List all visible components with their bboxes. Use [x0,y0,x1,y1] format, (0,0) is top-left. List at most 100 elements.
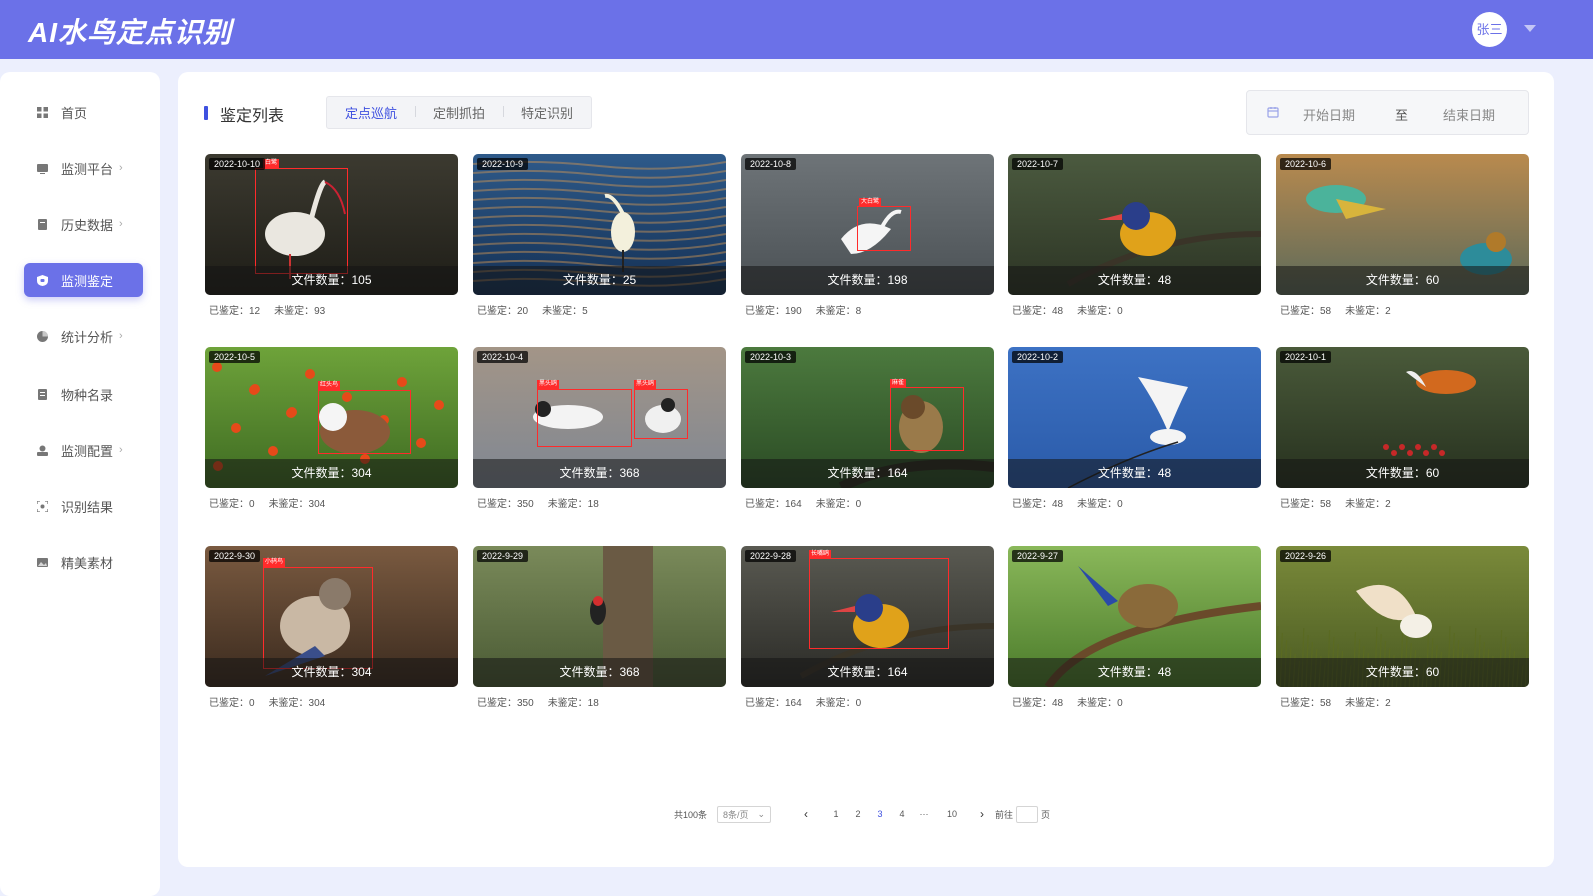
start-date-input[interactable]: 开始日期 [1303,105,1355,124]
detection-label: 黑头鸥 [537,380,560,389]
verification-card[interactable]: 红头鸟 2022-10-5 文件数量：304 已鉴定：0 未鉴定：304 [205,347,458,510]
sidebar-item-label: 历史数据 [61,217,114,233]
sidebar-item-species-list[interactable]: 物种名录 [24,377,143,411]
verification-card[interactable]: 白鹭 2022-10-10 文件数量：105 已鉴定：12 未鉴定：93 [205,154,458,317]
sidebar-item-history-data[interactable]: 历史数据 › [24,207,143,241]
card-unverified-count: 未鉴定：0 [815,698,862,709]
end-date-input[interactable]: 结束日期 [1443,105,1495,124]
detection-label: 麻雀 [890,379,907,388]
card-file-count: 文件数量：25 [473,266,726,295]
page-number[interactable]: 1 [825,809,847,819]
sidebar-item-gallery[interactable]: 精美素材 [24,545,143,579]
sidebar-item-label: 首页 [61,105,88,121]
card-stats: 已鉴定：350 未鉴定：18 [473,495,726,510]
card-unverified-count: 未鉴定：0 [815,499,862,510]
goto-page-input[interactable] [1016,805,1039,823]
verification-card[interactable]: 小鸫鸟 2022-9-30 文件数量：304 已鉴定：0 未鉴定：304 [205,546,458,709]
card-file-count: 文件数量：164 [741,658,994,687]
verification-card[interactable]: 大白鹭 2022-10-8 文件数量：198 已鉴定：190 未鉴定：8 [741,154,994,317]
monitor-platform-icon [37,163,48,174]
card-thumbnail[interactable]: 2022-10-2 文件数量：48 [1008,347,1261,488]
tab-patrol[interactable]: 定点巡航 [327,103,415,122]
sidebar-item-statistics[interactable]: 统计分析 › [24,319,143,353]
card-thumbnail[interactable]: 2022-10-1 文件数量：60 [1276,347,1529,488]
card-thumbnail[interactable]: 黑头鸥 黑头鸥 2022-10-4 文件数量：368 [473,347,726,488]
card-thumbnail[interactable]: 2022-9-29 文件数量：368 [473,546,726,687]
sidebar-item-label: 物种名录 [61,387,114,403]
page-size-value: 8条/页 [723,809,749,820]
verification-card[interactable]: 2022-10-1 文件数量：60 已鉴定：58 未鉴定：2 [1276,347,1529,510]
card-thumbnail[interactable]: 2022-9-27 文件数量：48 [1008,546,1261,687]
card-unverified-count: 未鉴定：304 [268,499,326,510]
page-size-select[interactable]: 8条/页 ⌄ [717,805,772,823]
verification-card[interactable]: 2022-10-6 文件数量：60 已鉴定：58 未鉴定：2 [1276,154,1529,317]
verification-card[interactable]: 麻雀 2022-10-3 文件数量：164 已鉴定：164 未鉴定：0 [741,347,994,510]
card-verified-count: 已鉴定：58 [1280,306,1332,317]
page-number[interactable]: 10 [941,809,963,819]
prev-page-icon[interactable]: ‹ [795,807,817,821]
card-thumbnail[interactable]: 红头鸟 2022-10-5 文件数量：304 [205,347,458,488]
detection-label: 红头鸟 [318,381,341,390]
mode-tabs: 定点巡航 定制抓拍 特定识别 [326,96,592,129]
statistics-icon [37,330,48,342]
card-unverified-count: 未鉴定：0 [1077,306,1123,317]
verification-card[interactable]: 2022-10-7 文件数量：48 已鉴定：48 未鉴定：0 [1008,154,1261,317]
card-unverified-count: 未鉴定：8 [815,306,862,317]
verification-card[interactable]: 长嘴鸥 2022-9-28 文件数量：164 已鉴定：164 未鉴定：0 [741,546,994,709]
card-unverified-count: 未鉴定：18 [547,698,599,709]
sidebar-item-recognition-results[interactable]: 识别结果 [24,489,143,523]
card-stats: 已鉴定：48 未鉴定：0 [1008,694,1261,709]
card-unverified-count: 未鉴定：5 [542,306,588,317]
card-unverified-count: 未鉴定：2 [1345,698,1391,709]
card-date-badge: 2022-9-28 [745,550,797,562]
verification-card[interactable]: 2022-10-9 文件数量：25 已鉴定：20 未鉴定：5 [473,154,726,317]
tab-custom-capture[interactable]: 定制抓拍 [415,103,503,122]
card-verified-count: 已鉴定：350 [477,698,534,709]
detection-label: 大白鹭 [859,198,882,207]
card-thumbnail[interactable]: 2022-9-26 文件数量：60 [1276,546,1529,687]
verification-card[interactable]: 2022-9-29 文件数量：368 已鉴定：350 未鉴定：18 [473,546,726,709]
user-menu-caret-icon[interactable] [1524,25,1536,32]
sidebar-item-home[interactable]: 首页 [24,95,143,129]
user-avatar[interactable]: 张三 [1472,12,1507,47]
sidebar-item-label: 统计分析 [61,329,114,345]
card-thumbnail[interactable]: 2022-10-6 文件数量：60 [1276,154,1529,295]
verification-card[interactable]: 2022-10-2 文件数量：48 已鉴定：48 未鉴定：0 [1008,347,1261,510]
card-file-count: 文件数量：60 [1276,266,1529,295]
chevron-right-icon: › [119,162,123,174]
card-thumbnail[interactable]: 长嘴鸥 2022-9-28 文件数量：164 [741,546,994,687]
page-number[interactable]: 4 [891,809,913,819]
next-page-icon[interactable]: › [971,807,993,821]
detection-box [809,558,949,649]
date-range-picker[interactable]: 开始日期 至 结束日期 [1246,90,1529,135]
card-thumbnail[interactable]: 大白鹭 2022-10-8 文件数量：198 [741,154,994,295]
page-number[interactable]: 3 [869,809,891,819]
card-file-count: 文件数量：368 [473,658,726,687]
card-unverified-count: 未鉴定：304 [268,698,326,709]
card-thumbnail[interactable]: 2022-10-7 文件数量：48 [1008,154,1261,295]
card-thumbnail[interactable]: 白鹭 2022-10-10 文件数量：105 [205,154,458,295]
card-file-count: 文件数量：48 [1008,459,1261,488]
verification-card[interactable]: 黑头鸥 黑头鸥 2022-10-4 文件数量：368 已鉴定：350 未鉴定：18 [473,347,726,510]
card-thumbnail[interactable]: 麻雀 2022-10-3 文件数量：164 [741,347,994,488]
card-date-badge: 2022-10-10 [209,158,266,170]
detection-label: 小鸫鸟 [263,558,286,567]
card-stats: 已鉴定：164 未鉴定：0 [741,495,994,510]
card-stats: 已鉴定：48 未鉴定：0 [1008,495,1261,510]
detection-label: 长嘴鸥 [809,550,832,559]
tab-specific-recognition[interactable]: 特定识别 [503,103,591,122]
verification-card[interactable]: 2022-9-26 文件数量：60 已鉴定：58 未鉴定：2 [1276,546,1529,709]
sidebar-item-label: 识别结果 [61,499,114,515]
verification-card[interactable]: 2022-9-27 文件数量：48 已鉴定：48 未鉴定：0 [1008,546,1261,709]
card-thumbnail[interactable]: 2022-10-9 文件数量：25 [473,154,726,295]
sidebar-item-monitor-platform[interactable]: 监测平台 › [24,151,143,185]
sidebar-item-monitor-verify[interactable]: 监测鉴定 [24,263,143,297]
sidebar-item-monitor-config[interactable]: 监测配置 › [24,433,143,467]
card-thumbnail[interactable]: 小鸫鸟 2022-9-30 文件数量：304 [205,546,458,687]
pagination-ellipsis[interactable]: ··· [913,809,935,819]
card-verified-count: 已鉴定：58 [1280,499,1332,510]
page-number[interactable]: 2 [847,809,869,819]
chevron-right-icon: › [119,330,123,342]
card-stats: 已鉴定：350 未鉴定：18 [473,694,726,709]
history-data-icon [37,218,48,230]
